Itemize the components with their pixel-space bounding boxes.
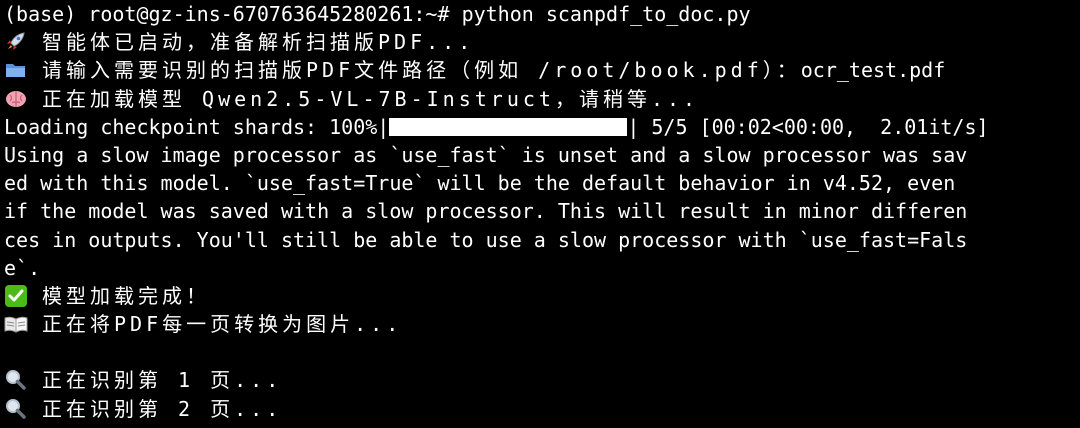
warning-line-3: if the model was saved with a slow proce… xyxy=(4,199,968,224)
status-converting: 正在将PDF每一页转换为图片... xyxy=(4,310,1080,338)
status-loading: 正在加载模型 Qwen2.5-VL-7B-Instruct，请稍等... xyxy=(4,85,1080,113)
terminal-window[interactable]: (base) root@gz-ins-670763645280261:~# py… xyxy=(0,0,1080,428)
status-converting-text: 正在将PDF每一页转换为图片... xyxy=(42,312,403,337)
status-started-text: 智能体已启动，准备解析扫描版PDF... xyxy=(42,30,475,55)
checkpoint-stats: | 5/5 [00:02<00:00, 2.01it/s] xyxy=(627,114,989,139)
checkpoint-progress-line: Loading checkpoint shards: 100%| | 5/5 [0… xyxy=(4,113,1080,141)
status-loading-text: 正在加载模型 Qwen2.5-VL-7B-Instruct，请稍等... xyxy=(42,86,700,111)
warning-line-2: ed with this model. `use_fast=True` will… xyxy=(4,171,956,196)
magnifier-icon xyxy=(4,398,28,420)
command-line: (base) root@gz-ins-670763645280261:~# py… xyxy=(4,0,1080,28)
status-recognizing-2-text: 正在识别第 2 页... xyxy=(42,396,283,421)
status-loaded-text: 模型加载完成！ xyxy=(42,283,210,308)
book-icon xyxy=(4,313,28,335)
file-path-input[interactable]: ocr_test.pdf xyxy=(801,58,946,82)
status-loaded: 模型加载完成！ xyxy=(4,282,1080,310)
status-started: 智能体已启动，准备解析扫描版PDF... xyxy=(4,28,1080,56)
shell-prompt: (base) root@gz-ins-670763645280261:~# xyxy=(4,2,462,26)
brain-icon xyxy=(4,88,28,110)
checkpoint-progress-bar xyxy=(389,117,628,136)
magnifier-icon xyxy=(4,369,28,391)
check-mark-icon xyxy=(4,284,28,307)
checkpoint-label: Loading checkpoint shards: 100%| xyxy=(4,114,390,139)
warning-line-1: Using a slow image processor as `use_fas… xyxy=(4,142,968,167)
status-recognizing-1-text: 正在识别第 1 页... xyxy=(42,368,283,393)
warning-line-4: ces in outputs. You'll still be able to … xyxy=(4,227,968,252)
input-prompt-text: 请输入需要识别的扫描版PDF文件路径（例如 /root/book.pdf）： xyxy=(42,58,801,83)
command-text: python scanpdf_to_doc.py xyxy=(461,2,751,26)
rocket-icon xyxy=(4,31,28,53)
warning-line-5: e`. xyxy=(4,255,41,280)
status-recognizing-1: 正在识别第 1 页... xyxy=(4,366,1080,394)
input-line[interactable]: 请输入需要识别的扫描版PDF文件路径（例如 /root/book.pdf）：oc… xyxy=(4,56,1080,84)
folder-icon xyxy=(4,59,28,81)
status-recognizing-2: 正在识别第 2 页... xyxy=(4,395,1080,423)
